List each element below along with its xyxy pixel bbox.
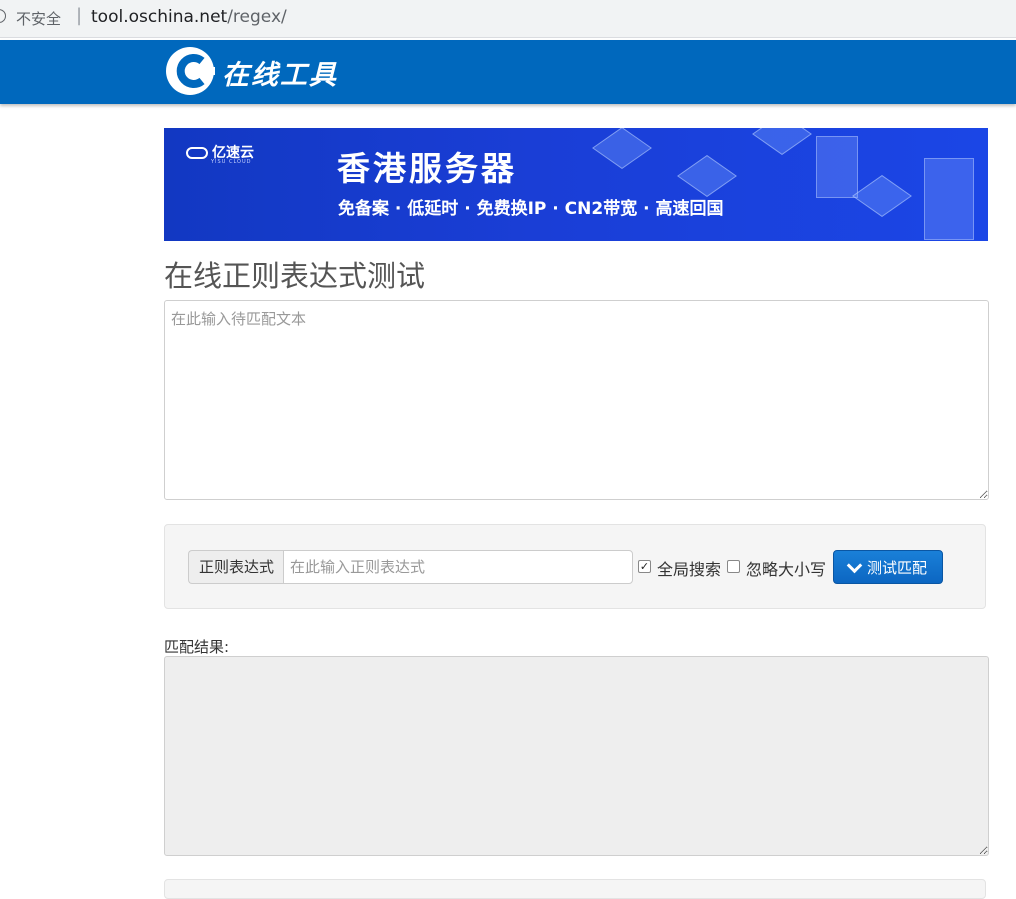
match-result-output[interactable] xyxy=(164,656,989,856)
address-separator: | xyxy=(76,5,83,26)
info-icon[interactable] xyxy=(0,9,6,23)
test-match-button[interactable]: 测试匹配 xyxy=(833,550,943,584)
decor-cube xyxy=(592,128,652,169)
site-header: 在线工具 xyxy=(0,40,1016,104)
global-search-label[interactable]: 全局搜索 xyxy=(657,556,721,580)
url-text[interactable]: tool.oschina.net/regex/ xyxy=(91,7,287,27)
decor-cube xyxy=(852,175,912,217)
banner-tagline: 免备案 · 低延时 · 免费换IP · CN2带宽 · 高速回国 xyxy=(338,199,724,219)
logo-c-icon[interactable] xyxy=(165,46,215,96)
next-panel xyxy=(164,879,986,899)
logo-text[interactable]: 在线工具 xyxy=(222,53,338,92)
decor-server-tower xyxy=(816,136,858,198)
global-search-checkbox[interactable]: ✓ xyxy=(638,560,651,573)
ignore-case-checkbox[interactable] xyxy=(727,560,740,573)
regex-addon-label: 正则表达式 xyxy=(188,550,284,584)
page-title: 在线正则表达式测试 xyxy=(164,259,426,293)
cloud-icon xyxy=(186,147,208,159)
banner-brand-sub: YISU CLOUD xyxy=(211,159,252,165)
banner-headline: 香港服务器 xyxy=(337,149,517,188)
decor-server-tower xyxy=(924,158,974,240)
banner-ad[interactable]: 亿速云 YISU CLOUD 香港服务器 免备案 · 低延时 · 免费换IP ·… xyxy=(164,128,988,241)
url-path: /regex/ xyxy=(227,7,287,27)
browser-address-bar[interactable]: 不安全 | tool.oschina.net/regex/ xyxy=(0,0,1016,38)
decor-cube xyxy=(677,155,737,197)
match-text-input[interactable] xyxy=(164,300,989,500)
regex-panel: 正则表达式 ✓ 全局搜索 忽略大小写 测试匹配 xyxy=(164,524,986,609)
regex-input[interactable] xyxy=(283,550,633,584)
chevron-down-icon xyxy=(846,557,863,573)
decor-cube xyxy=(752,128,812,155)
url-host: tool.oschina.net xyxy=(91,7,228,27)
ignore-case-label[interactable]: 忽略大小写 xyxy=(746,556,826,580)
security-label[interactable]: 不安全 xyxy=(16,8,61,29)
result-label: 匹配结果: xyxy=(164,638,230,656)
